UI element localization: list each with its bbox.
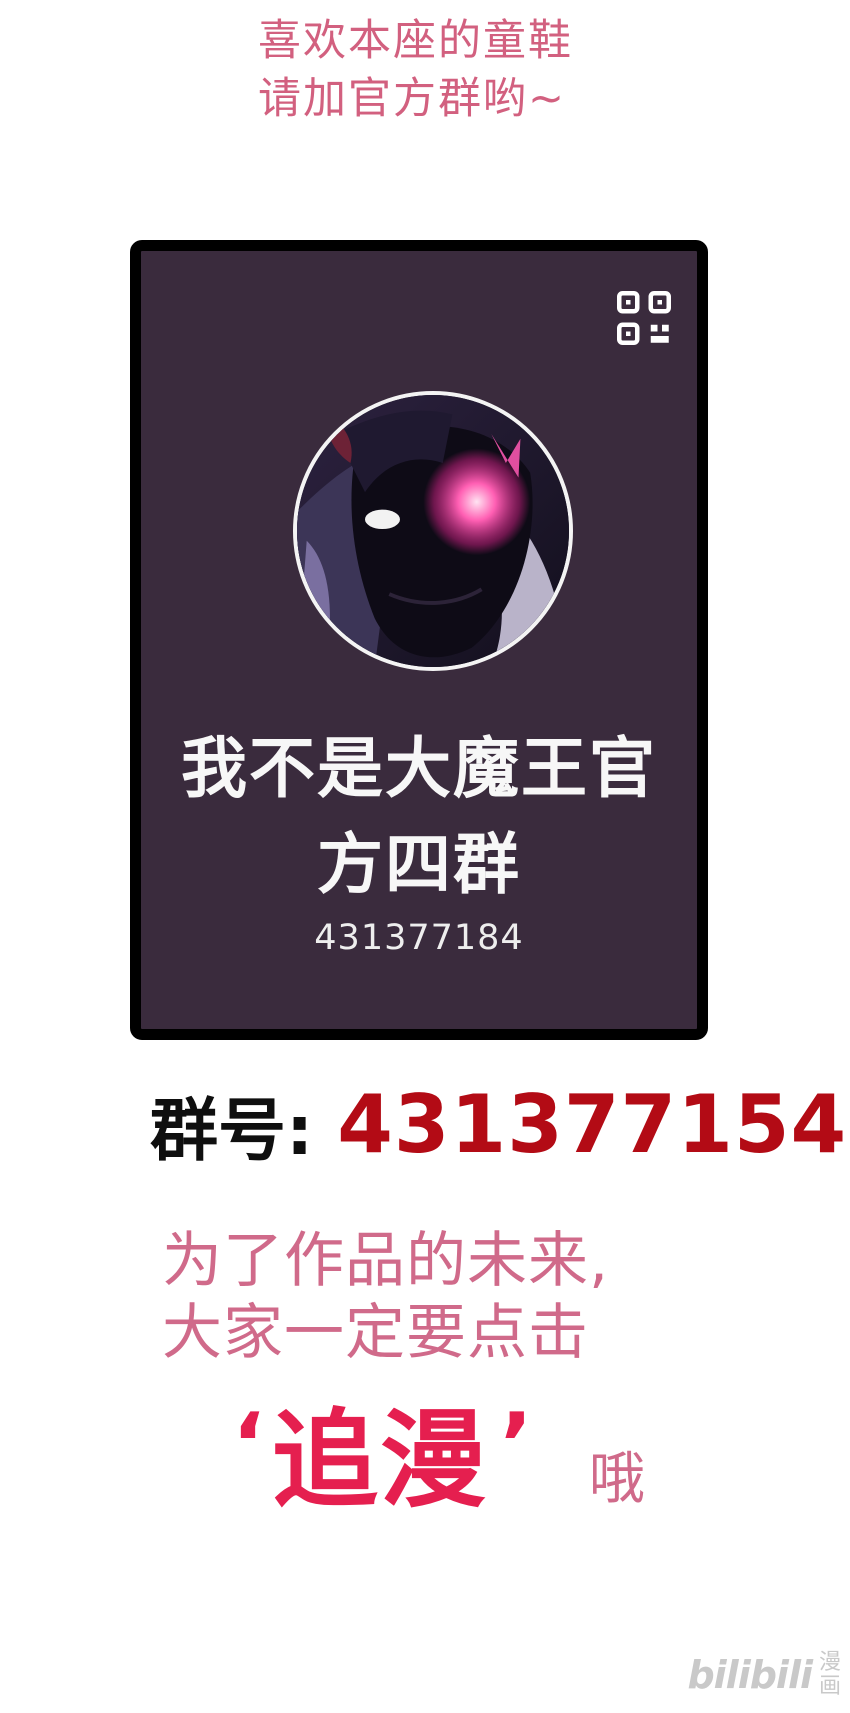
group-card: 我不是大魔王官 方四群 431377184 — [130, 240, 708, 1040]
group-name: 我不是大魔王官 方四群 — [141, 721, 697, 913]
group-number-value[interactable]: 431377154 — [337, 1078, 847, 1171]
brand-name: bilibili — [687, 1653, 813, 1697]
qr-code-icon[interactable] — [617, 291, 671, 345]
open-quote: ‘ — [232, 1395, 265, 1495]
card-group-number: 431377184 — [314, 918, 524, 958]
call-line-1: 为了作品的未来, — [162, 1226, 610, 1296]
follow-word: 追漫 — [272, 1399, 488, 1522]
brand-sub: 漫画 — [818, 1650, 841, 1699]
follow-ending: 哦 — [589, 1447, 645, 1512]
intro-text: 喜欢本座的童鞋 请加官方群哟~ — [258, 12, 573, 128]
call-to-action-text: 为了作品的未来, 大家一定要点击 — [162, 1225, 609, 1369]
avatar — [293, 391, 573, 671]
intro-line-1: 喜欢本座的童鞋 — [258, 16, 573, 66]
bilibili-manga-logo: bilibili 漫画 — [687, 1647, 842, 1703]
group-name-line-2: 方四群 — [317, 826, 521, 903]
group-number-row: 群号: 431377154 — [150, 1078, 847, 1171]
close-quote: ’ — [500, 1395, 533, 1495]
villain-avatar-image — [297, 395, 569, 667]
group-name-line-1: 我不是大魔王官 — [181, 730, 657, 807]
intro-line-2: 请加官方群哟~ — [258, 74, 567, 124]
group-number-label: 群号: — [150, 1091, 314, 1171]
call-line-2: 大家一定要点击 — [162, 1298, 589, 1368]
